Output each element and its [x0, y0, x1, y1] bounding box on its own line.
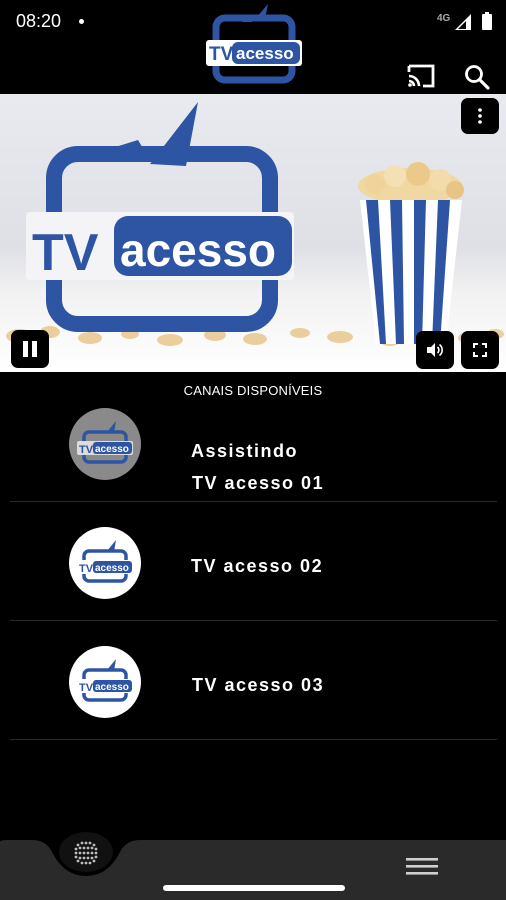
status-time: 08:20 — [16, 11, 62, 31]
channel-row-1[interactable]: TV acesso Assistindo TV acesso 01 — [10, 383, 497, 502]
fullscreen-icon — [473, 343, 487, 357]
svg-text:TV: TV — [79, 563, 94, 575]
pause-icon — [23, 341, 37, 357]
fullscreen-button[interactable] — [461, 331, 499, 369]
svg-text:acesso: acesso — [95, 682, 129, 693]
app-logo: TV acesso — [206, 2, 302, 86]
svg-text:acesso: acesso — [95, 563, 129, 574]
logo-word-text: acesso — [236, 44, 294, 63]
channel-row-2[interactable]: TV acesso TV acesso 02 — [10, 502, 497, 621]
svg-text:TV: TV — [79, 682, 94, 694]
svg-text:acesso: acesso — [95, 444, 129, 455]
pause-button[interactable] — [11, 330, 49, 368]
channel-status: Assistindo — [191, 441, 299, 461]
channel-thumb: TV acesso — [69, 646, 141, 718]
channel-name: TV acesso 02 — [191, 556, 324, 576]
video-player[interactable]: TV acesso — [0, 94, 506, 372]
hamburger-menu-icon — [406, 858, 438, 875]
grid-dots-icon — [59, 832, 113, 872]
more-vert-icon — [478, 108, 482, 124]
channel-row-3[interactable]: TV acesso TV acesso 03 — [10, 621, 497, 740]
battery-icon — [482, 12, 492, 30]
cast-icon — [407, 64, 435, 88]
tv-logo-icon: TV acesso — [77, 421, 133, 464]
notification-dot-icon — [79, 19, 84, 24]
signal-icon — [455, 14, 471, 30]
svg-text:acesso: acesso — [120, 224, 276, 276]
menu-button[interactable] — [404, 855, 440, 877]
volume-button[interactable] — [416, 331, 454, 369]
channel-thumb-active: TV acesso — [69, 408, 141, 480]
channel-thumb: TV acesso — [69, 527, 141, 599]
svg-text:TV: TV — [79, 444, 94, 456]
cast-button[interactable] — [405, 62, 437, 90]
tv-logo-icon: TV acesso — [77, 659, 133, 702]
svg-text:TV: TV — [32, 224, 99, 282]
channel-name: TV acesso 01 — [192, 473, 325, 493]
tv-logo-icon: TV acesso — [77, 540, 133, 583]
network-type: 4G — [437, 13, 451, 24]
search-button[interactable] — [462, 62, 492, 92]
volume-icon — [427, 343, 443, 357]
gesture-bar[interactable] — [163, 885, 345, 891]
channels-grid-button[interactable] — [58, 830, 114, 874]
logo-tv-text: TV — [209, 44, 234, 65]
search-icon — [465, 65, 490, 90]
player-menu-button[interactable] — [461, 98, 499, 134]
channel-name: TV acesso 03 — [192, 675, 325, 695]
